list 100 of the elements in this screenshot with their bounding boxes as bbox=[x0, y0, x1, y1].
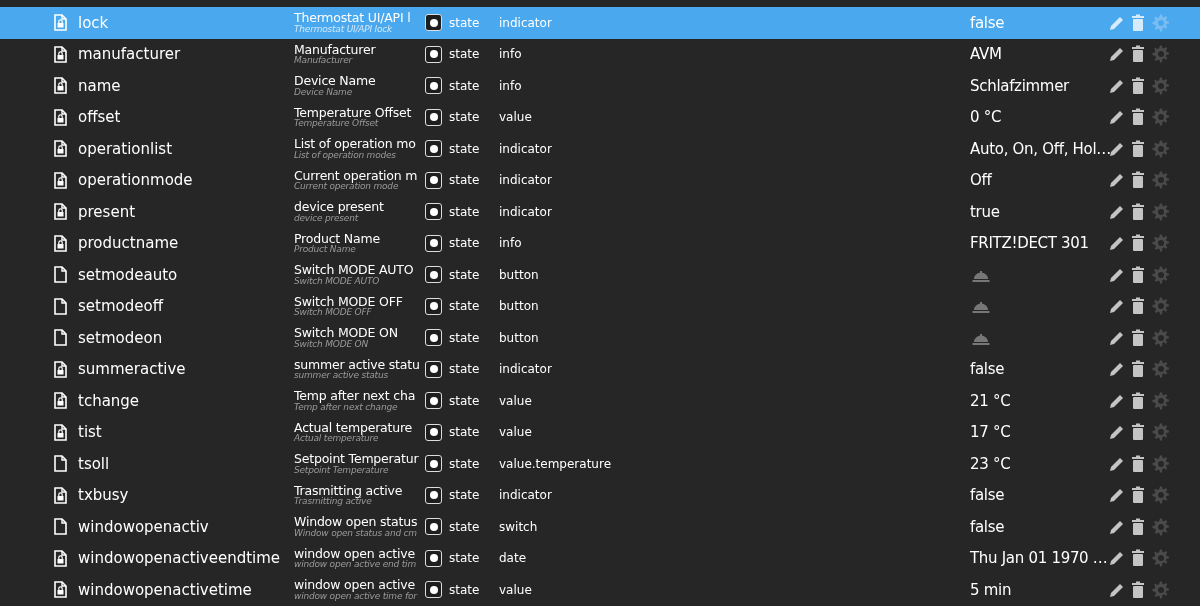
object-row[interactable]: operationmode Current operation m Current operation mode state indicator Off bbox=[0, 164, 1200, 196]
edit-icon[interactable] bbox=[1108, 549, 1126, 568]
object-value: true bbox=[970, 202, 1000, 221]
object-role: value bbox=[499, 582, 533, 597]
object-id: productname bbox=[78, 234, 180, 253]
state-type-icon bbox=[425, 171, 442, 189]
object-type: state bbox=[449, 173, 481, 188]
object-type: state bbox=[449, 47, 481, 62]
state-type-icon bbox=[425, 329, 442, 347]
state-type-icon bbox=[425, 14, 442, 32]
object-name: Setpoint Temperatur bbox=[294, 452, 420, 466]
object-name: Thermostat UI/API l bbox=[294, 11, 412, 25]
object-type: state bbox=[449, 362, 481, 377]
state-type-icon bbox=[425, 392, 442, 410]
object-name: Switch MODE OFF bbox=[294, 294, 404, 309]
object-row[interactable]: manufacturer Manufacturer Manufacturer state info AVM bbox=[0, 38, 1200, 70]
object-type: state bbox=[449, 551, 481, 566]
object-id: setmodeon bbox=[78, 328, 164, 347]
state-type-icon bbox=[425, 140, 442, 158]
object-name: Device Name bbox=[294, 74, 377, 88]
object-value: 21 °C bbox=[970, 391, 1011, 410]
object-role: value.temperature bbox=[499, 456, 613, 471]
object-role: button bbox=[499, 299, 540, 314]
object-id: tchange bbox=[78, 391, 141, 410]
object-id: operationmode bbox=[78, 171, 194, 190]
object-row[interactable]: tist Actual temperature Actual temperature state value 17 °C bbox=[0, 416, 1200, 448]
object-id: summeractive bbox=[78, 360, 187, 379]
object-row[interactable]: offset Temperature Offset Temperature Offset state value 0 °C bbox=[0, 101, 1200, 133]
object-role: indicator bbox=[499, 204, 553, 219]
state-type-icon bbox=[425, 581, 442, 599]
object-description: Actual temperature bbox=[294, 434, 379, 444]
object-row[interactable]: productname Product Name Product Name state info FRITZ!DECT 301 bbox=[0, 227, 1200, 259]
object-role: info bbox=[499, 47, 523, 62]
object-name: window open active bbox=[294, 546, 415, 561]
object-type: state bbox=[449, 330, 481, 345]
object-type: state bbox=[449, 236, 481, 251]
object-role: button bbox=[499, 330, 540, 345]
object-name: Switch MODE AUTO bbox=[294, 263, 415, 277]
edit-icon[interactable] bbox=[1108, 297, 1126, 316]
object-description: Current operation mode bbox=[294, 182, 399, 192]
object-row[interactable]: setmodeauto Switch MODE AUTO Switch MODE AUTO state button bbox=[0, 259, 1200, 291]
object-row[interactable]: windowopenactiveendtime window open active window open active end tim state date Thu Jan 01 1970 … bbox=[0, 542, 1200, 574]
object-row[interactable]: name Device Name Device Name state info Schlafzimmer bbox=[0, 70, 1200, 102]
edit-icon[interactable] bbox=[1108, 360, 1126, 379]
object-description: device present bbox=[294, 213, 359, 224]
object-id: present bbox=[78, 202, 137, 221]
object-role: switch bbox=[499, 519, 539, 534]
object-row[interactable]: windowopenactiv Window open status Window open status and cm state switch false bbox=[0, 511, 1200, 543]
object-row[interactable]: operationlist List of operation mo List of operation modes state indicator Auto, On, Off, Hol… bbox=[0, 133, 1200, 165]
object-id: setmodeoff bbox=[78, 297, 165, 316]
object-description: Temp after next change bbox=[294, 402, 399, 413]
object-id: offset bbox=[78, 108, 122, 127]
object-type: state bbox=[449, 15, 481, 30]
object-value: Auto, On, Off, Hol… bbox=[970, 139, 1112, 158]
object-id: operationlist bbox=[78, 139, 174, 158]
object-row[interactable]: windowopenactivetime window open active window open active time for state value 5 min bbox=[0, 574, 1200, 606]
state-type-icon bbox=[425, 266, 442, 284]
object-row[interactable]: tsoll Setpoint Temperatur Setpoint Temperature state value.temperature 23 °C bbox=[0, 448, 1200, 480]
object-description: Window open status and cm bbox=[294, 528, 418, 539]
object-id: windowopenactiveendtime bbox=[78, 549, 282, 568]
edit-icon[interactable] bbox=[1108, 108, 1126, 127]
object-id: windowopenactivetime bbox=[78, 580, 253, 599]
state-type-icon bbox=[425, 203, 442, 221]
object-value: false bbox=[970, 360, 1005, 379]
object-type: state bbox=[449, 456, 481, 471]
state-type-icon bbox=[425, 77, 442, 95]
object-id: setmodeauto bbox=[78, 265, 179, 284]
object-row[interactable]: txbusy Trasmitting active Trasmitting active state indicator false bbox=[0, 479, 1200, 511]
object-id: lock bbox=[78, 13, 110, 32]
object-name: summer active statu bbox=[294, 357, 421, 372]
object-type: state bbox=[449, 141, 481, 156]
edit-icon[interactable] bbox=[1108, 234, 1126, 253]
object-name: Actual temperature bbox=[294, 420, 414, 435]
object-value: false bbox=[970, 13, 1005, 32]
object-name: Window open status bbox=[294, 515, 419, 529]
object-row[interactable]: setmodeoff Switch MODE OFF Switch MODE OFF state button bbox=[0, 290, 1200, 322]
object-role: value bbox=[499, 110, 533, 125]
object-row[interactable]: summeractive summer active statu summer active status state indicator false bbox=[0, 353, 1200, 385]
object-type: state bbox=[449, 299, 481, 314]
object-name: Product Name bbox=[294, 231, 381, 246]
edit-icon[interactable] bbox=[1108, 171, 1126, 190]
object-type: state bbox=[449, 425, 481, 440]
edit-icon[interactable] bbox=[1108, 486, 1126, 505]
object-row[interactable]: tchange Temp after next cha Temp after next change state value 21 °C bbox=[0, 385, 1200, 417]
object-id: windowopenactiv bbox=[78, 517, 210, 536]
edit-icon[interactable] bbox=[1108, 45, 1126, 64]
object-id: txbusy bbox=[78, 486, 130, 505]
object-role: button bbox=[499, 267, 540, 282]
object-row[interactable]: present device present device present state indicator true bbox=[0, 196, 1200, 228]
object-type: state bbox=[449, 519, 481, 534]
object-description: window open active end tim bbox=[294, 560, 417, 570]
object-type: state bbox=[449, 78, 481, 93]
object-description: window open active time for bbox=[294, 591, 419, 602]
object-description: Setpoint Temperature bbox=[294, 465, 389, 476]
object-row[interactable]: setmodeon Switch MODE ON Switch MODE ON state button bbox=[0, 322, 1200, 354]
edit-icon[interactable] bbox=[1108, 423, 1126, 442]
state-type-icon bbox=[425, 455, 442, 473]
state-type-icon bbox=[425, 486, 442, 504]
object-name: Switch MODE ON bbox=[294, 326, 399, 340]
object-type: state bbox=[449, 267, 481, 282]
